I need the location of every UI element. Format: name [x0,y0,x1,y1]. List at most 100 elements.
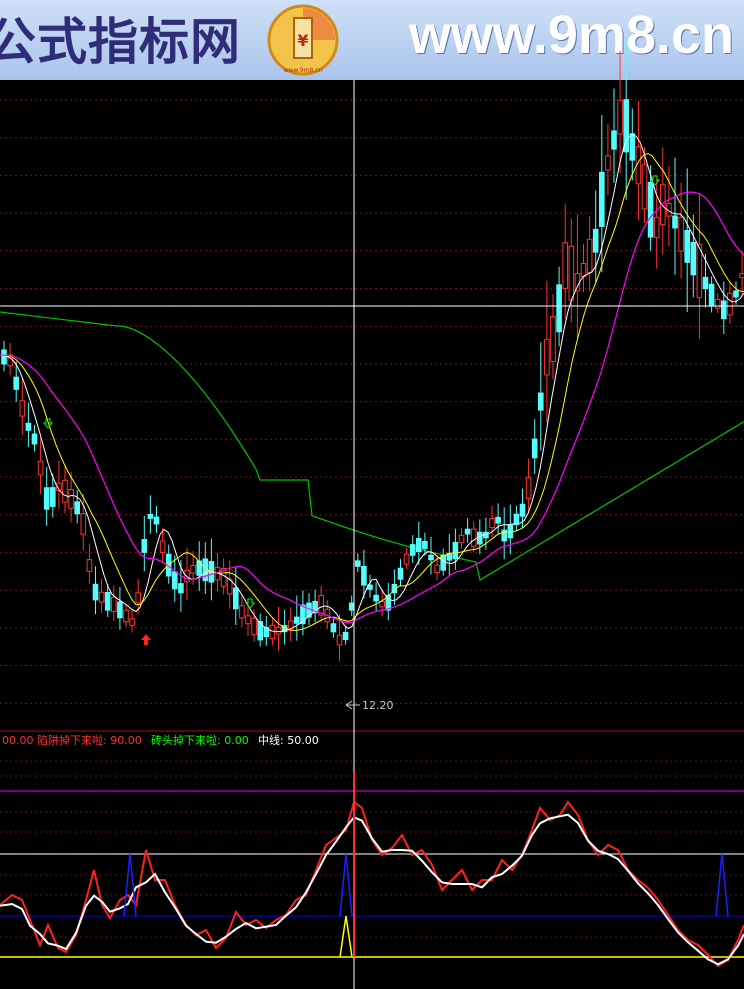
legend-item: 陷阱掉下来啦: 90.00 [37,733,142,747]
candle-body [464,528,471,535]
candle-body [678,216,684,252]
candle-body [379,601,385,608]
candle-body [111,596,117,612]
candle-body [629,133,636,161]
buy-arrow-icon [141,634,151,645]
candle-body [470,528,477,547]
candle-body [147,513,154,519]
candle-body [605,155,611,171]
candle-body [397,567,404,580]
candle-body [434,564,440,574]
ma60-path [0,311,744,581]
low-price-label: 12.20 [362,699,394,712]
price-gridlines [0,99,744,732]
candle-body [525,477,532,499]
candle-body [556,284,562,333]
candle-body [531,438,538,459]
candle-body [178,583,184,594]
candle-body [373,594,379,602]
blue-spike [123,853,137,917]
candle-body [294,616,300,624]
candlestick-chart: 12.20 00.00 陷阱掉下来啦: 90.00 砖头掉下来啦: 0.00 中线: … [0,39,744,989]
candle-body [68,489,74,509]
candle-body [684,230,691,263]
candle-body [727,292,733,316]
candle-body [647,181,654,238]
candle-body [519,503,526,517]
candle-body [708,283,715,307]
ma20-line [0,191,744,624]
candle-body [361,566,367,586]
candle-body [19,400,26,417]
candle-body [239,605,245,619]
candle-body [690,241,697,276]
candle-body [245,615,251,625]
candle-body [123,609,129,623]
low-pointer [345,700,360,710]
candle-body [342,631,349,641]
candle-body [92,583,99,601]
candle-body [50,487,56,507]
crosshair [0,80,744,989]
ma10-line [0,152,744,631]
candle-body [721,300,727,320]
candle-body [330,623,337,633]
candle-body [129,618,135,626]
candle-body [117,601,123,619]
candle-body [422,540,428,550]
candle-body [269,624,276,640]
candle-body [159,540,166,554]
candle-body [477,531,483,545]
osc-red-line [0,800,744,968]
candle-body [672,215,678,229]
indicator-legend: 00.00 陷阱掉下来啦: 90.00 砖头掉下来啦: 0.00 中线: 50.00 [2,733,319,747]
osc-white-line [0,813,744,966]
candle-body [80,513,87,535]
candle-body [135,592,141,604]
candle-body [495,516,501,524]
candle-body [251,617,257,636]
blue-spike [715,853,729,917]
candle-body [428,554,434,561]
candle-body [550,316,556,362]
candle-body [739,273,744,279]
candle-body [153,516,160,525]
candles [1,39,744,662]
candle-body [544,339,550,376]
legend-item: 砖头掉下来啦: 0.00 [151,733,249,747]
candle-body [562,242,569,289]
moving-average-lines [0,134,744,633]
candle-body [62,479,68,503]
candle-body [416,537,422,553]
legend-item: 中线: 50.00 [258,733,319,747]
candle-body [37,460,44,476]
candle-body [409,544,416,556]
candle-body [702,276,709,290]
candle-body [233,587,239,610]
candle-body [141,538,148,553]
sell-arrow-icon [244,598,256,609]
candle-body [190,565,196,574]
candle-body [733,290,739,298]
candle-body [586,238,593,274]
candle-body [104,592,111,611]
candle-body [653,216,660,238]
candle-body [538,392,544,411]
candle-body [580,262,587,278]
candle-body [74,501,81,515]
candle-body [275,626,282,635]
candle-body [599,171,605,227]
candle-body [611,130,617,150]
candle-body [43,487,50,510]
candle-body [1,349,7,365]
blue-spike [339,853,353,917]
candle-body [641,164,648,210]
candle-body [336,634,343,646]
candle-body [355,560,361,567]
candle-body [172,571,178,590]
candle-body [31,433,38,445]
candle-body [592,228,599,253]
candle-body [440,554,446,571]
candle-body [348,602,355,611]
candle-body [98,591,105,603]
